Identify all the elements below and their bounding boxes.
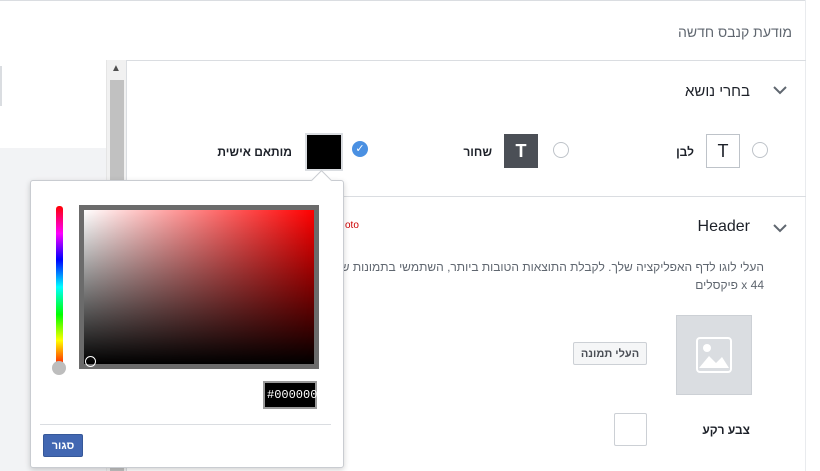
theme-custom-swatch[interactable] — [305, 133, 343, 171]
theme-black-preview[interactable]: T — [504, 134, 538, 168]
theme-white-label: לבן — [676, 145, 694, 159]
scroll-up-icon[interactable]: ▲ — [108, 62, 124, 76]
theme-custom-label: מותאם אישית — [217, 145, 292, 159]
background-color-label: צבע רקע — [702, 423, 750, 437]
theme-white-glyph: T — [717, 140, 729, 161]
image-icon — [696, 337, 732, 373]
header-description-line1: העלי לוגו לדף האפליקציה שלך. לקבלת התוצא… — [334, 260, 764, 274]
theme-white-preview[interactable]: T — [706, 134, 740, 168]
header-section-title: Header — [697, 218, 750, 235]
saturation-picker-handle[interactable] — [85, 356, 96, 367]
hex-color-input[interactable]: #000000 — [263, 381, 317, 409]
background-color-swatch[interactable] — [614, 413, 647, 446]
theme-white-radio[interactable] — [752, 142, 768, 158]
header-description: העלי לוגו לדף האפליקציה שלך. לקבלת התוצא… — [334, 258, 764, 294]
theme-black-radio[interactable] — [553, 142, 569, 158]
top-divider — [0, 0, 806, 1]
page-title: מודעת קנבס חדשה — [678, 24, 792, 40]
theme-black-label: שחור — [463, 145, 492, 159]
chevron-down-icon[interactable] — [770, 82, 790, 100]
theme-black-glyph: T — [515, 140, 527, 161]
checkmark-icon[interactable]: ✓ — [352, 141, 368, 157]
hue-slider-handle[interactable] — [52, 361, 66, 375]
header-divider — [127, 60, 806, 61]
photo-text-fragment: oto — [345, 220, 359, 231]
header-description-line2: 44 x פיקסלים — [695, 278, 764, 292]
close-button[interactable]: סגור — [43, 434, 83, 457]
saturation-value-picker[interactable] — [84, 210, 314, 364]
logo-image-placeholder — [676, 315, 752, 395]
panel-right-border — [805, 0, 806, 471]
upload-image-button[interactable]: העלי תמונה — [573, 342, 647, 365]
hue-slider[interactable] — [56, 206, 63, 368]
popover-divider — [40, 424, 331, 425]
header-chevron-down-icon[interactable] — [770, 220, 790, 238]
left-panel-edge — [0, 66, 2, 106]
theme-section-title: בחרי נושא — [684, 83, 750, 100]
